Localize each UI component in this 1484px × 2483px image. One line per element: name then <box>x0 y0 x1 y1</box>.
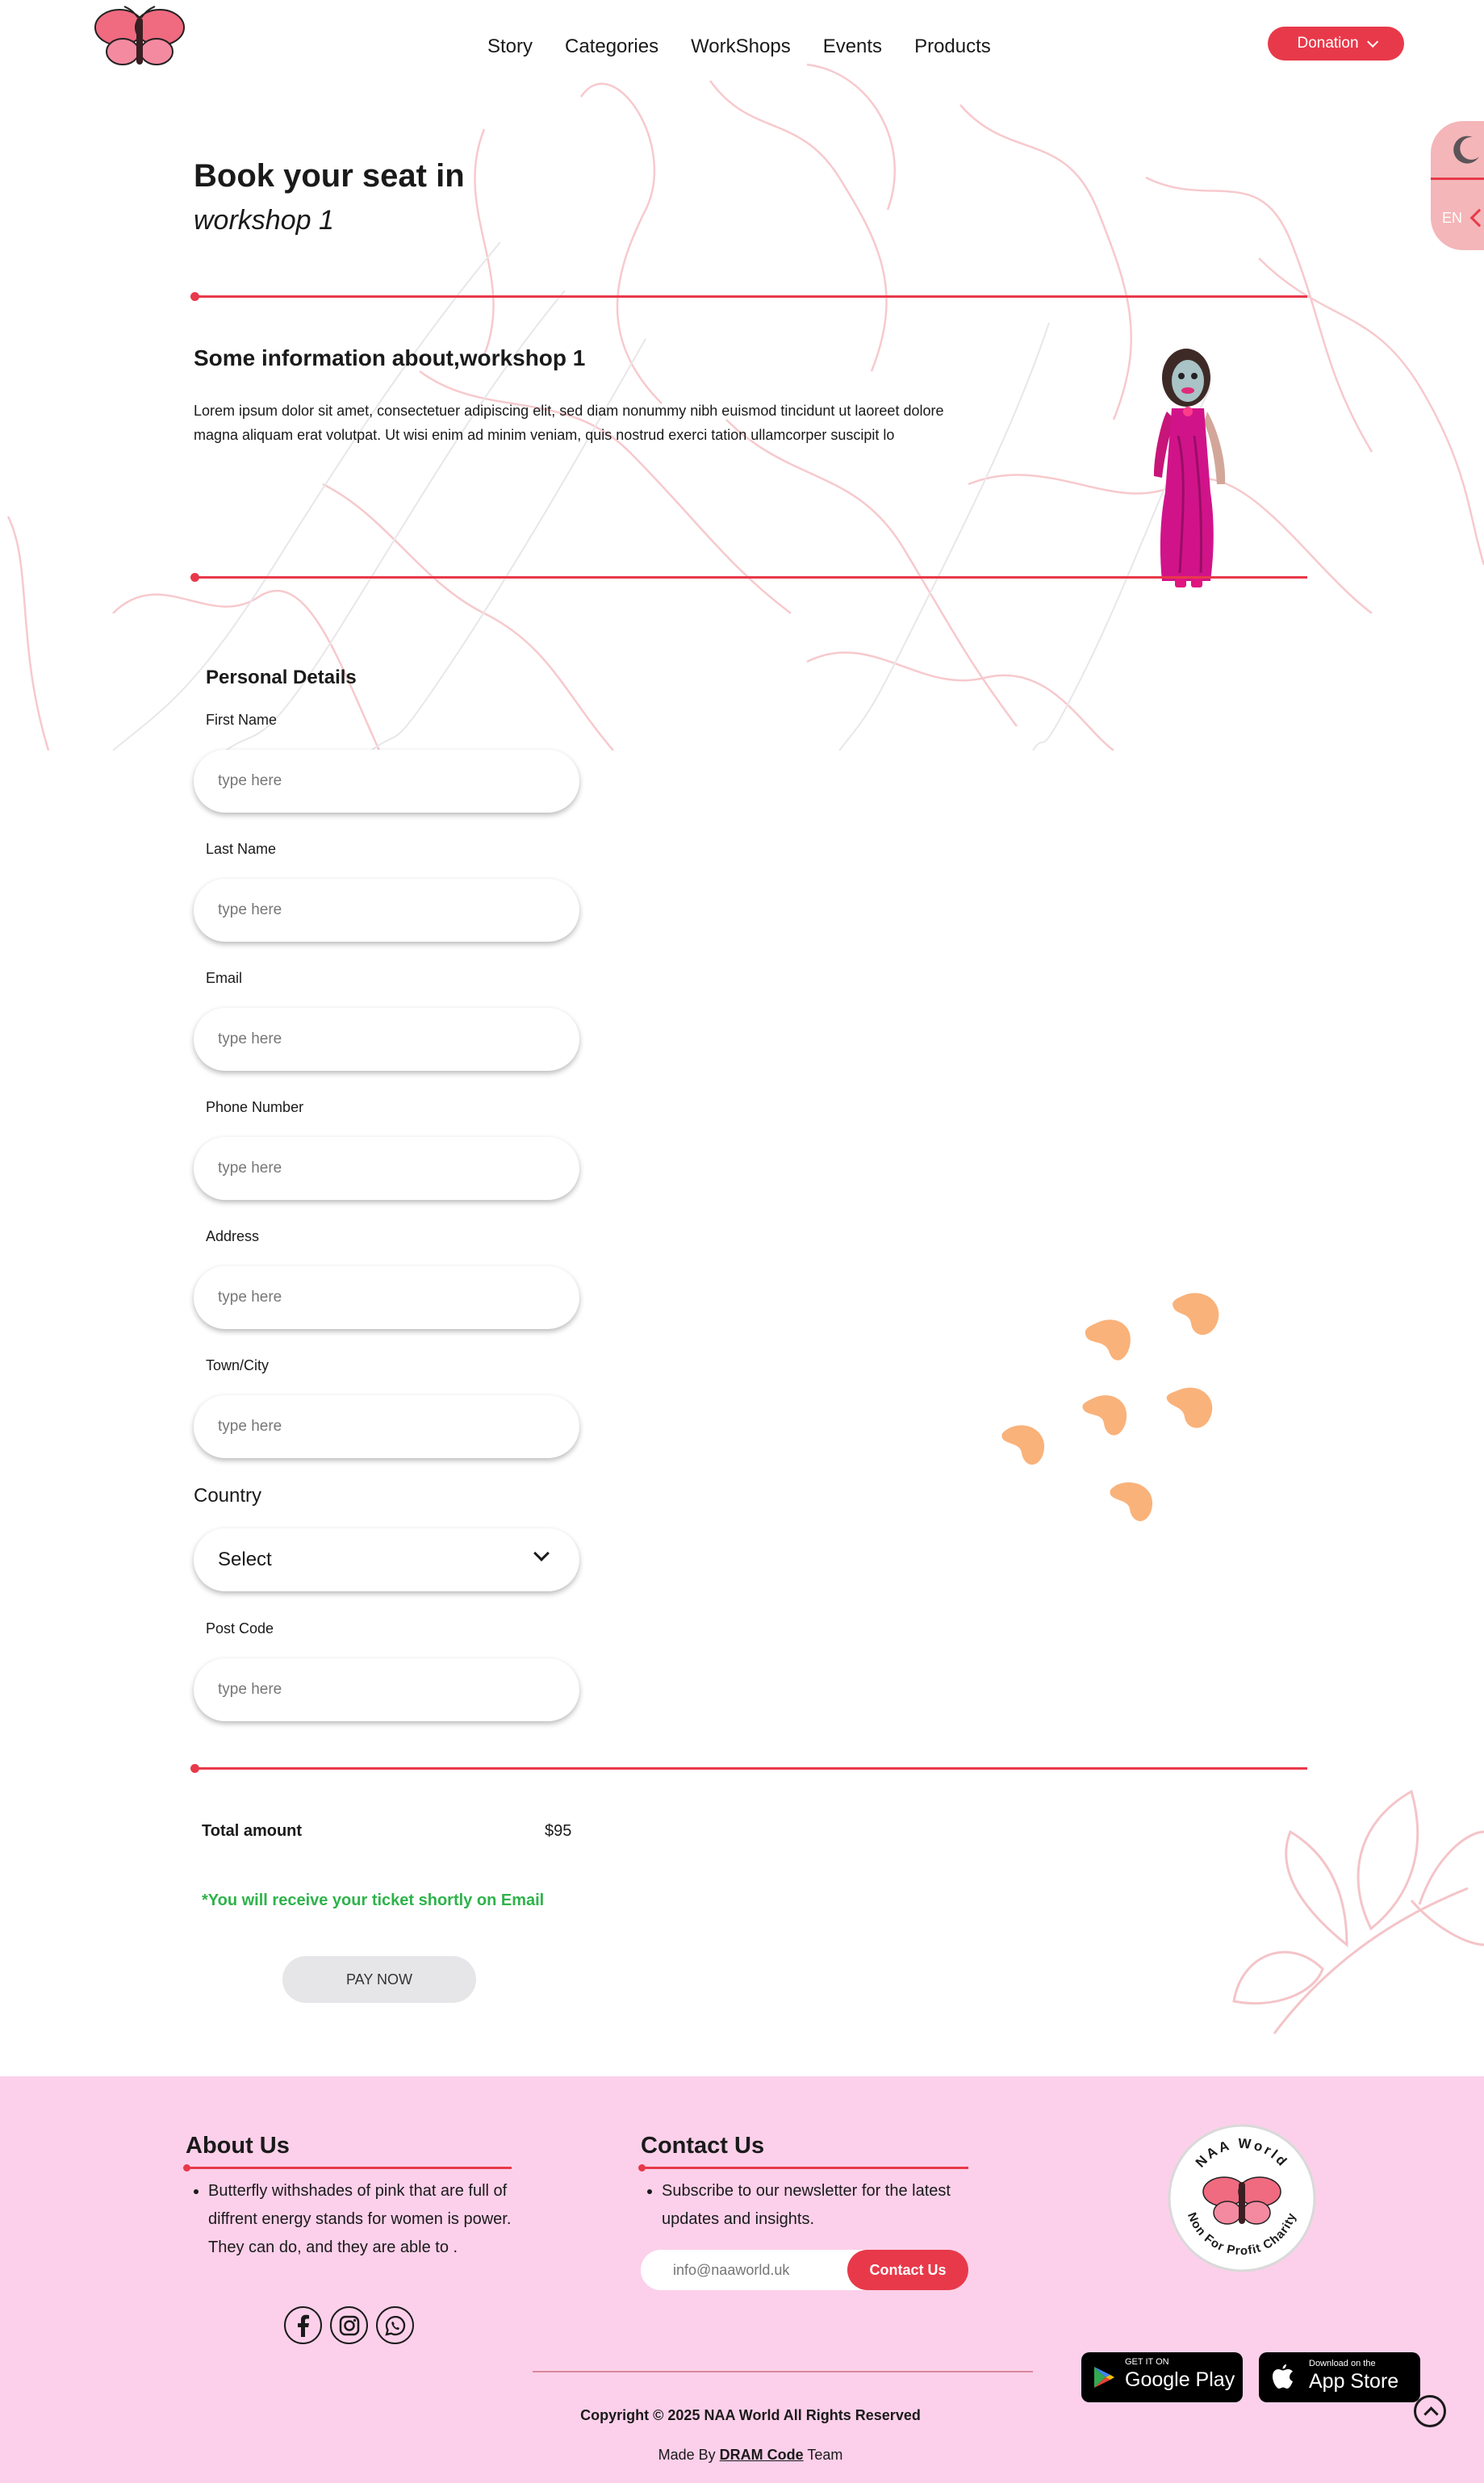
contact-us-item: Subscribe to our newsletter for the late… <box>662 2177 980 2234</box>
facebook-icon[interactable] <box>284 2306 322 2344</box>
google-play-badge[interactable]: GET IT ON Google Play <box>1081 2352 1243 2402</box>
post-code-input[interactable] <box>194 1658 579 1721</box>
chevron-down-icon <box>1366 36 1378 48</box>
last-name-label: Last Name <box>206 841 277 857</box>
country-label: Country <box>194 1485 262 1507</box>
divider <box>190 573 1307 582</box>
nav-workshops[interactable]: WorkShops <box>691 36 791 58</box>
about-us-text: Butterfly withshades of pink that are fu… <box>187 2177 518 2262</box>
made-by-text: Made By DRAM Code Team <box>0 2447 1484 2464</box>
dram-code-link[interactable]: DRAM Code <box>720 2447 804 2463</box>
decorative-blobs <box>1001 1293 1219 1522</box>
personal-details-title: Personal Details <box>206 667 357 688</box>
first-name-label: First Name <box>206 712 278 728</box>
about-us-title: About Us <box>186 2133 290 2159</box>
address-input[interactable] <box>194 1266 579 1329</box>
first-name-input[interactable] <box>194 750 579 813</box>
language-selector[interactable]: EN <box>1442 210 1462 227</box>
info-text: Lorem ipsum dolor sit amet, consectetuer… <box>194 403 944 443</box>
last-name-input[interactable] <box>194 879 579 942</box>
social-links <box>284 2306 414 2344</box>
footer-divider <box>533 2371 1033 2372</box>
made-by-prefix: Made By <box>658 2447 716 2463</box>
contact-us-title: Contact Us <box>641 2133 765 2159</box>
workshop-name: workshop 1 <box>194 205 334 236</box>
apple-icon <box>1273 2364 1293 2389</box>
country-select[interactable]: Select <box>194 1528 579 1591</box>
background-line-art <box>6 63 1484 750</box>
butterfly-logo[interactable] <box>90 5 189 71</box>
phone-input[interactable] <box>194 1137 579 1200</box>
app-store-badge[interactable]: Download on the App Store <box>1259 2352 1420 2402</box>
country-selected-value: Select <box>218 1549 272 1570</box>
total-amount-value: $95 <box>545 1822 572 1840</box>
naa-world-seal-logo: NAA World Non For Profit Charity <box>1168 2124 1316 2272</box>
instagram-icon[interactable] <box>330 2306 368 2344</box>
whatsapp-icon[interactable] <box>376 2306 414 2344</box>
divider <box>190 292 1307 301</box>
address-label: Address <box>206 1228 260 1244</box>
doll-image <box>1154 349 1226 587</box>
total-amount-label: Total amount <box>202 1822 303 1840</box>
newsletter-form: Contact Us <box>641 2250 968 2290</box>
donation-label: Donation <box>1297 35 1359 52</box>
divider <box>190 1764 1307 1773</box>
ticket-email-note: *You will receive your ticket shortly on… <box>202 1892 545 1909</box>
nav-events[interactable]: Events <box>823 36 882 58</box>
phone-label: Phone Number <box>206 1099 304 1115</box>
footer-rule <box>638 2164 968 2172</box>
nav-products[interactable]: Products <box>914 36 991 58</box>
app-store-label: App Store <box>1309 2370 1399 2393</box>
scroll-top-icon[interactable] <box>1414 2395 1446 2427</box>
contact-us-text: Subscribe to our newsletter for the late… <box>641 2177 980 2234</box>
made-by-suffix: Team <box>807 2447 843 2463</box>
pay-now-button[interactable]: PAY NOW <box>282 1956 476 2003</box>
town-city-label: Town/City <box>206 1357 270 1373</box>
chevron-icon <box>1469 208 1484 228</box>
donation-button[interactable]: Donation <box>1268 27 1404 61</box>
google-play-small-text: GET IT ON <box>1125 2357 1169 2367</box>
about-us-item: Butterfly withshades of pink that are fu… <box>208 2177 518 2262</box>
email-input[interactable] <box>194 1008 579 1071</box>
app-store-small-text: Download on the <box>1309 2359 1376 2368</box>
post-code-label: Post Code <box>206 1620 274 1637</box>
theme-language-toggle: EN <box>1431 121 1484 250</box>
nav-story[interactable]: Story <box>487 36 533 58</box>
copyright-text: Copyright © 2025 NAA World All Rights Re… <box>580 2407 921 2423</box>
contact-us-button[interactable]: Contact Us <box>847 2250 968 2290</box>
footer-rule <box>183 2164 512 2172</box>
toggle-divider <box>1431 178 1484 180</box>
email-label: Email <box>206 970 243 986</box>
leaf-decoration <box>1232 1789 1484 2034</box>
main-nav: Story Categories WorkShops Events Produc… <box>487 36 991 58</box>
site-header: Story Categories WorkShops Events Produc… <box>0 0 1484 97</box>
town-city-input[interactable] <box>194 1395 579 1458</box>
moon-icon[interactable] <box>1448 132 1484 168</box>
chevron-down-icon <box>533 1545 550 1561</box>
google-play-icon <box>1094 2367 1114 2388</box>
google-play-label: Google Play <box>1125 2368 1235 2391</box>
info-title: Some information about,workshop 1 <box>194 345 586 370</box>
page-title: Book your seat in <box>194 158 465 194</box>
nav-categories[interactable]: Categories <box>565 36 658 58</box>
newsletter-email-input[interactable] <box>641 2250 851 2290</box>
